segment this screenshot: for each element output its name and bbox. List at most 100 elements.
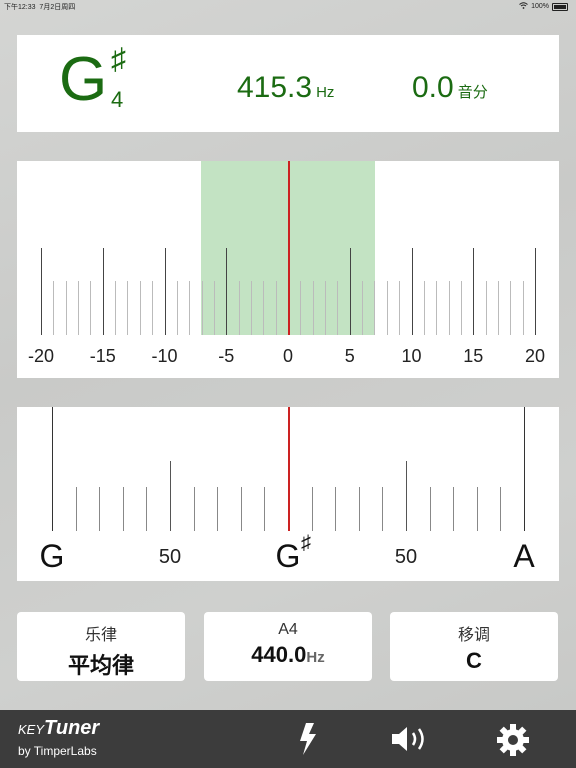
cents-label: -20 bbox=[27, 346, 55, 366]
cents-tick bbox=[485, 281, 487, 335]
cents-tick bbox=[300, 281, 302, 335]
note-strobe-scale: G 50 G ♯ 50 A bbox=[17, 407, 559, 581]
cents-tick bbox=[510, 281, 512, 335]
status-date: 7月2日周四 bbox=[39, 4, 76, 11]
left-note-label: G bbox=[39, 538, 65, 574]
temperament-value: 平均律 bbox=[67, 653, 134, 678]
note-tick bbox=[453, 487, 455, 531]
tuner-readout-panel: G ♯ 4 415.3 Hz 0.0 音分 bbox=[17, 35, 559, 132]
reference-pitch-button[interactable]: A4 440.0Hz bbox=[204, 612, 372, 681]
cents-tick bbox=[152, 281, 154, 335]
temperament-button[interactable]: 乐律 平均律 bbox=[17, 612, 185, 681]
cents-tick bbox=[275, 281, 277, 335]
reference-title: A4 bbox=[278, 621, 298, 638]
status-right: 100% bbox=[519, 2, 568, 11]
note-tick bbox=[358, 487, 360, 531]
cents-tick bbox=[263, 281, 265, 335]
cents-tick bbox=[473, 248, 475, 335]
note-tick bbox=[122, 487, 124, 531]
note-tick bbox=[75, 487, 77, 531]
logo-tuner: Tuner bbox=[44, 717, 100, 739]
cents-tick bbox=[312, 281, 314, 335]
note-tick bbox=[429, 487, 431, 531]
note-tick bbox=[382, 487, 384, 531]
cents-unit: 音分 bbox=[457, 84, 488, 101]
cents-tick bbox=[374, 281, 376, 335]
cents-tick bbox=[164, 248, 166, 335]
cents-tick bbox=[238, 281, 240, 335]
note-tick bbox=[264, 487, 266, 531]
cents-label: -5 bbox=[218, 346, 235, 366]
frequency-readout: 415.3 Hz bbox=[237, 73, 334, 108]
logo-key: KEY bbox=[18, 722, 45, 737]
cents-tick bbox=[213, 281, 215, 335]
transpose-button[interactable]: 移调 C bbox=[390, 612, 558, 681]
note-tick bbox=[52, 407, 53, 531]
lightning-icon[interactable] bbox=[297, 722, 319, 761]
cents-needle bbox=[288, 161, 290, 335]
center-note-label: G bbox=[275, 538, 301, 574]
note-tick bbox=[217, 487, 219, 531]
reference-value: 440.0Hz bbox=[204, 642, 372, 668]
speaker-icon[interactable] bbox=[390, 724, 432, 759]
note-tick bbox=[335, 487, 337, 531]
reference-number: 440.0 bbox=[251, 642, 307, 667]
cents-tick bbox=[411, 248, 413, 335]
transpose-title: 移调 bbox=[457, 627, 490, 644]
right-note-label: A bbox=[513, 538, 535, 574]
note-octave: 4 bbox=[111, 87, 124, 112]
note-tick bbox=[476, 487, 478, 531]
cents-tick bbox=[189, 281, 191, 335]
cents-tick bbox=[399, 281, 401, 335]
note-tick bbox=[524, 407, 525, 531]
cents-tick bbox=[535, 248, 536, 335]
cents-tick bbox=[41, 248, 42, 335]
cents-tick bbox=[102, 248, 104, 335]
note-tick bbox=[193, 487, 195, 531]
cents-tick bbox=[337, 281, 339, 335]
cents-tick bbox=[325, 281, 327, 335]
cents-meter: -20 -15 -10 -5 0 5 10 15 20 bbox=[17, 161, 559, 378]
right-cents-label: 50 bbox=[394, 546, 418, 568]
center-note-accidental: ♯ bbox=[301, 532, 311, 554]
note-tick bbox=[311, 487, 313, 531]
gear-icon[interactable] bbox=[496, 723, 530, 762]
cents-tick bbox=[90, 281, 92, 335]
left-cents-label: 50 bbox=[158, 546, 182, 568]
note-needle bbox=[288, 407, 290, 531]
frequency-value: 415.3 bbox=[237, 71, 313, 104]
cents-tick bbox=[201, 281, 203, 335]
bottom-toolbar: KEYTuner by TimperLabs bbox=[0, 710, 576, 768]
status-bar: 下午12:33 7月2日周四 100% bbox=[0, 0, 576, 12]
note-name: G bbox=[59, 45, 108, 114]
cents-readout: 0.0 音分 bbox=[412, 73, 488, 108]
cents-label: -15 bbox=[89, 346, 116, 366]
cents-tick bbox=[436, 281, 438, 335]
note-tick bbox=[406, 461, 407, 531]
cents-tick bbox=[448, 281, 450, 335]
cents-tick bbox=[250, 281, 252, 335]
note-tick bbox=[99, 487, 101, 531]
wifi-icon bbox=[519, 2, 528, 11]
cents-tick bbox=[362, 281, 364, 335]
note-tick bbox=[500, 487, 502, 531]
note-accidental: ♯ bbox=[111, 43, 126, 76]
cents-tick bbox=[226, 248, 228, 335]
battery-icon bbox=[552, 2, 568, 11]
battery-label: 100% bbox=[531, 3, 549, 10]
cents-tick bbox=[460, 281, 462, 335]
cents-label: 5 bbox=[344, 346, 355, 366]
status-time: 下午12:33 7月2日周四 bbox=[4, 4, 76, 11]
cents-tick bbox=[115, 281, 117, 335]
cents-tick bbox=[497, 281, 499, 335]
cents-tick bbox=[522, 281, 524, 335]
cents-label: 10 bbox=[401, 346, 422, 366]
cents-label: 20 bbox=[524, 346, 546, 366]
cents-tick bbox=[78, 281, 80, 335]
cents-tick bbox=[386, 281, 388, 335]
note-tick bbox=[146, 487, 148, 531]
cents-tick bbox=[349, 248, 351, 335]
temperament-title: 乐律 bbox=[84, 627, 117, 644]
cents-label: 0 bbox=[282, 346, 294, 366]
note-tick bbox=[170, 461, 171, 531]
